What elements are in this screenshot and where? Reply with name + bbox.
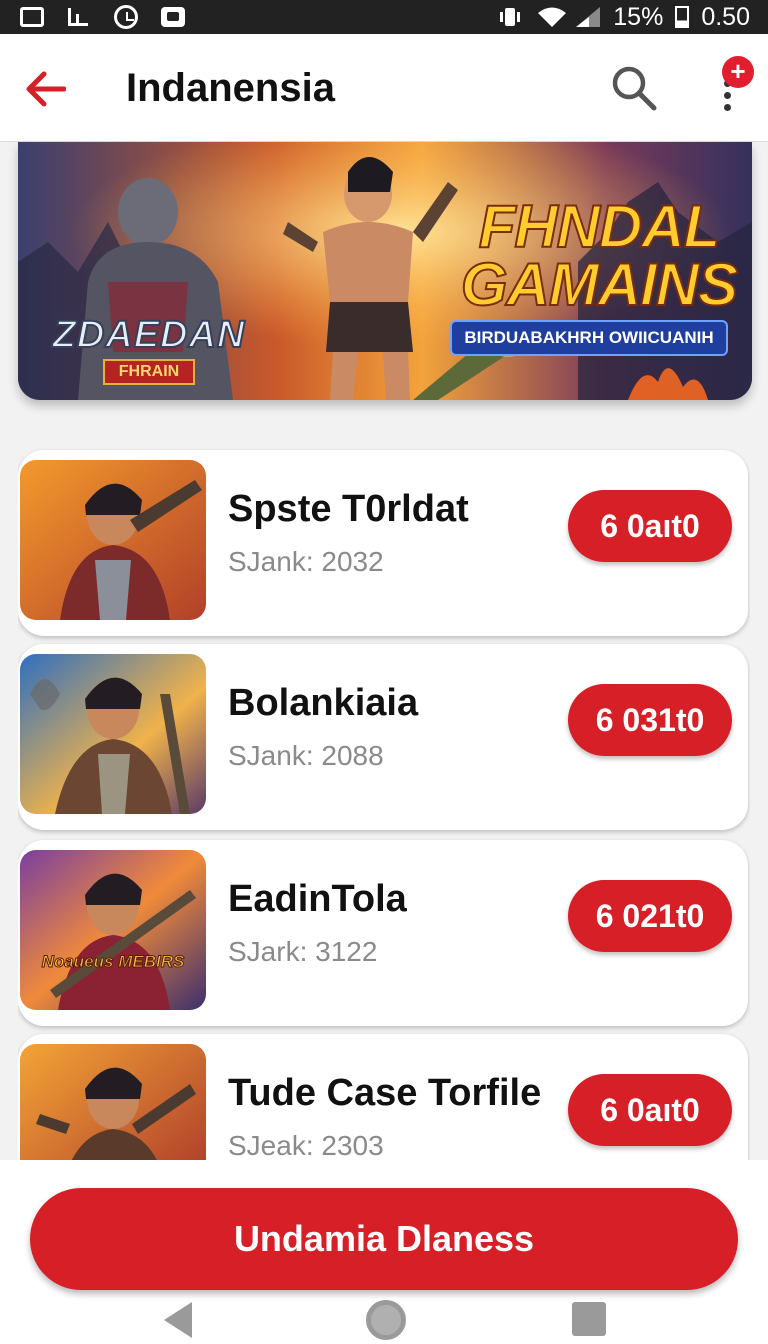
game-rank: SJeak: 2303 <box>228 1130 384 1160</box>
game-thumbnail <box>20 654 206 814</box>
signal-bars-icon <box>66 6 92 28</box>
nav-back-icon[interactable] <box>164 1302 192 1338</box>
status-icons-left <box>20 5 186 29</box>
vibrate-icon <box>499 6 525 28</box>
notification-box-icon <box>160 6 186 28</box>
nav-recents-icon[interactable] <box>572 1302 606 1336</box>
game-list: Spste T0rldat SJank: 2032 6 0aıt0 Bolank… <box>18 448 750 1160</box>
back-arrow-icon <box>26 71 66 107</box>
promo-banner[interactable]: ZDAEDAN FHRAIN FHNDAL GAMAINS BIRDUABAKH… <box>18 142 752 400</box>
status-icons-right: 15% 0.50 <box>499 3 750 32</box>
banner-title: FHNDAL GAMAINS <box>460 193 739 318</box>
gallery-icon <box>20 7 44 27</box>
game-thumbnail <box>20 460 206 620</box>
banner-logo-subtext: FHRAIN <box>102 359 196 385</box>
thumbnail-label: Noaueus MEBIRS <box>41 952 185 971</box>
price-button[interactable]: 6 0aıt0 <box>568 490 732 562</box>
search-button[interactable] <box>608 62 660 114</box>
app-bar: Indanensia + <box>0 34 768 142</box>
game-rank: SJank: 2088 <box>228 740 384 771</box>
search-icon <box>612 66 657 111</box>
cell-signal-icon <box>575 6 601 28</box>
price-button[interactable]: 6 021t0 <box>568 880 732 952</box>
page-title: Indanensia <box>126 66 335 110</box>
game-card[interactable]: Tude Case Torfile SJeak: 2303 6 0aıt0 <box>18 1034 748 1160</box>
primary-action-button[interactable]: Undamia Dlaness <box>30 1188 738 1290</box>
status-bar: 15% 0.50 <box>0 0 768 34</box>
game-thumbnail: Noaueus MEBIRS <box>20 850 206 1010</box>
more-options-button[interactable]: + <box>714 56 756 122</box>
price-button[interactable]: 6 0aıt0 <box>568 1074 732 1146</box>
back-button[interactable] <box>20 64 70 114</box>
game-title: Bolankiaia <box>228 682 419 724</box>
game-title: Tude Case Torfile <box>228 1072 542 1114</box>
alarm-icon <box>114 5 138 29</box>
notification-badge: + <box>722 56 754 88</box>
game-rank: SJark: 3122 <box>228 936 378 967</box>
game-thumbnail <box>20 1044 206 1160</box>
game-card[interactable]: Bolankiaia SJank: 2088 6 031t0 <box>18 644 748 830</box>
system-nav-bar <box>0 1296 768 1344</box>
battery-percent: 15% <box>613 2 664 31</box>
price-button[interactable]: 6 031t0 <box>568 684 732 756</box>
nav-home-icon[interactable] <box>366 1300 406 1340</box>
wifi-icon <box>537 6 567 28</box>
game-card[interactable]: Noaueus MEBIRS EadinTola SJark: 3122 6 0… <box>18 840 748 1026</box>
bottom-panel: Undamia Dlaness <box>0 1160 768 1344</box>
game-title: Spste T0rldat <box>228 488 469 530</box>
battery-icon <box>675 6 690 28</box>
game-rank: SJank: 2032 <box>228 546 384 577</box>
game-card[interactable]: Spste T0rldat SJank: 2032 6 0aıt0 <box>18 450 748 636</box>
banner-logo: ZDAEDAN FHRAIN <box>40 313 258 385</box>
banner-subtitle: BIRDUABAKHRH OWIICUANIH <box>450 320 728 356</box>
game-title: EadinTola <box>228 878 407 920</box>
banner-logo-text: ZDAEDAN <box>52 313 246 357</box>
clock: 0.50 <box>701 2 750 31</box>
